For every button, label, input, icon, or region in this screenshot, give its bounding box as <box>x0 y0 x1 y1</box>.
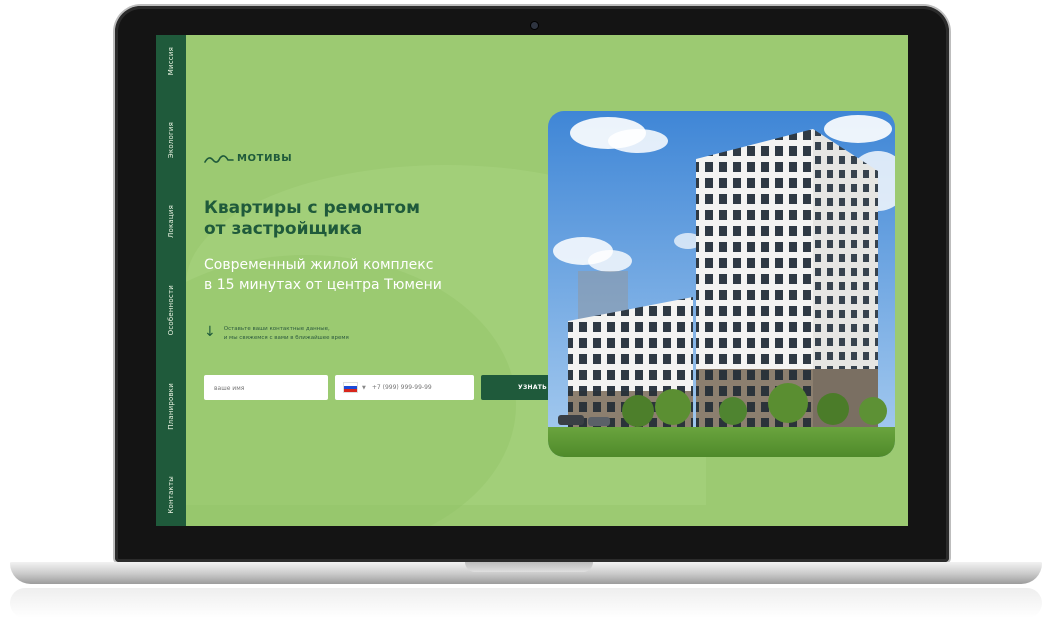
phone-field-wrapper: ▼ <box>335 374 474 401</box>
phone-input[interactable] <box>369 374 464 401</box>
subheadline-line-1: Современный жилой комплекс <box>204 257 434 273</box>
hint-line-2: и мы свяжемся с вами в ближайшее время <box>223 335 349 341</box>
nav-item-ecology[interactable]: Экология <box>167 122 175 158</box>
website-screen: Миссия Экология Локация Особенности План… <box>156 35 908 526</box>
hint-line-1: Оставьте ваши контактные данные, <box>223 326 330 332</box>
hint-text: Оставьте ваши контактные данные, и мы св… <box>224 325 414 343</box>
webcam-icon <box>531 22 538 29</box>
nav-item-contacts[interactable]: Контакты <box>167 476 175 514</box>
nav-item-features[interactable]: Особенности <box>167 285 175 335</box>
subheadline-line-2: в 15 минутах от центра Тюмени <box>204 277 442 293</box>
russia-flag-icon[interactable] <box>343 382 358 393</box>
side-navigation: Миссия Экология Локация Особенности План… <box>156 35 186 526</box>
wave-logo-icon <box>204 154 234 163</box>
laptop-reflection <box>10 588 1042 618</box>
hero-headline: Квартиры с ремонтом от застройщика <box>204 198 524 240</box>
building-photo <box>548 111 895 457</box>
name-input[interactable] <box>212 375 324 402</box>
form-hint: ↓ Оставьте ваши контактные данные, и мы … <box>204 325 414 343</box>
headline-line-1: Квартиры с ремонтом <box>204 198 420 218</box>
name-field-wrapper <box>204 375 328 402</box>
arrow-down-icon: ↓ <box>204 324 216 340</box>
nav-item-mission[interactable]: Миссия <box>167 47 175 75</box>
brand-name: МОТИВЫ <box>237 153 293 164</box>
chevron-down-icon[interactable]: ▼ <box>362 385 366 391</box>
brand-logo[interactable]: МОТИВЫ <box>204 153 292 164</box>
nav-item-location[interactable]: Локация <box>167 205 175 238</box>
headline-line-2: от застройщика <box>204 219 363 239</box>
hero-subheadline: Современный жилой комплекс в 15 минутах … <box>204 255 534 295</box>
building-illustration <box>548 111 895 457</box>
laptop-notch <box>465 562 593 572</box>
nav-item-layouts[interactable]: Планировки <box>167 383 175 430</box>
